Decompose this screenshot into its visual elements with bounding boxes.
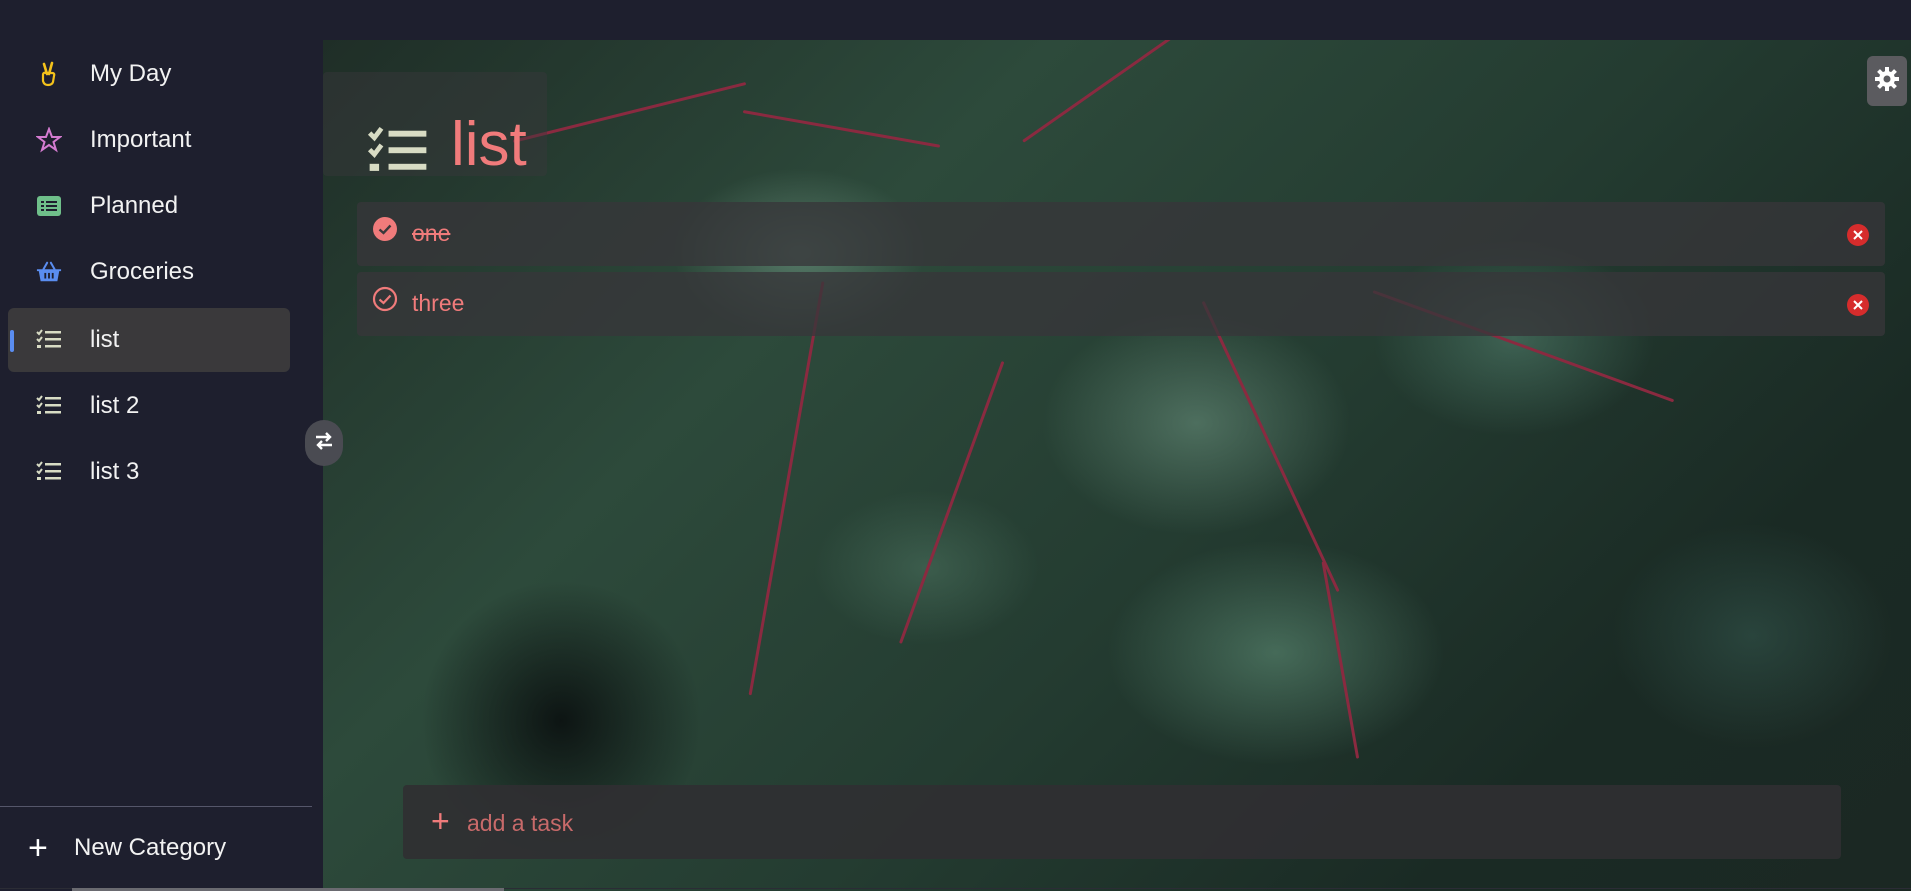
task-list-panel: list one three + add a task (323, 40, 1911, 891)
new-category-button[interactable]: + New Category (0, 812, 312, 884)
checklist-icon (36, 459, 62, 485)
star-icon (36, 127, 62, 153)
sidebar-item-groceries[interactable]: Groceries (8, 240, 290, 304)
sidebar-item-label: list (90, 326, 120, 353)
new-category-label: New Category (74, 834, 227, 861)
task-row[interactable]: one (357, 202, 1885, 266)
page-title: list (451, 110, 527, 179)
add-task-input[interactable] (465, 805, 1769, 841)
checklist-icon (367, 126, 429, 183)
plus-icon[interactable]: + (431, 805, 450, 837)
add-task-bar: + (403, 785, 1841, 859)
sidebar-item-planned[interactable]: Planned (8, 174, 290, 238)
sidebar-item-label: Planned (90, 192, 179, 219)
plus-icon: + (28, 829, 48, 867)
list-header: list (323, 72, 547, 176)
basket-icon (36, 259, 62, 285)
sidebar-item-important[interactable]: Important (8, 108, 290, 172)
task-row[interactable]: three (357, 272, 1885, 336)
delete-task-button[interactable] (1847, 224, 1869, 246)
top-bar (0, 0, 1911, 40)
sidebar-item-label: list 2 (90, 392, 140, 419)
sidebar-item-label: Important (90, 126, 192, 153)
close-icon (1853, 300, 1863, 310)
sidebar-item-list-3[interactable]: list 3 (8, 440, 290, 504)
settings-button[interactable] (1867, 56, 1907, 106)
task-text: one (412, 220, 451, 246)
swap-arrows-icon (313, 430, 335, 457)
checklist-icon (36, 393, 62, 419)
sidebar-item-label: list 3 (90, 458, 140, 485)
sidebar-item-list[interactable]: list (8, 308, 290, 372)
task-text: three (412, 290, 465, 316)
sidebar-item-list-2[interactable]: list 2 (8, 374, 290, 438)
checklist-icon (36, 327, 62, 353)
sidebar-divider (0, 806, 312, 807)
peace-hand-icon (36, 61, 62, 87)
gear-icon (1874, 66, 1900, 97)
check-circle-outline-icon[interactable] (372, 286, 398, 312)
sidebar-item-label: My Day (90, 60, 172, 87)
sidebar: My Day Important Planned Groceries list … (0, 40, 323, 891)
sidebar-item-my-day[interactable]: My Day (8, 42, 290, 106)
sidebar-item-label: Groceries (90, 258, 195, 285)
toggle-sidebar-button[interactable] (305, 420, 343, 466)
checked-circle-icon[interactable] (372, 216, 398, 242)
delete-task-button[interactable] (1847, 294, 1869, 316)
list-card-icon (36, 193, 62, 219)
close-icon (1853, 230, 1863, 240)
